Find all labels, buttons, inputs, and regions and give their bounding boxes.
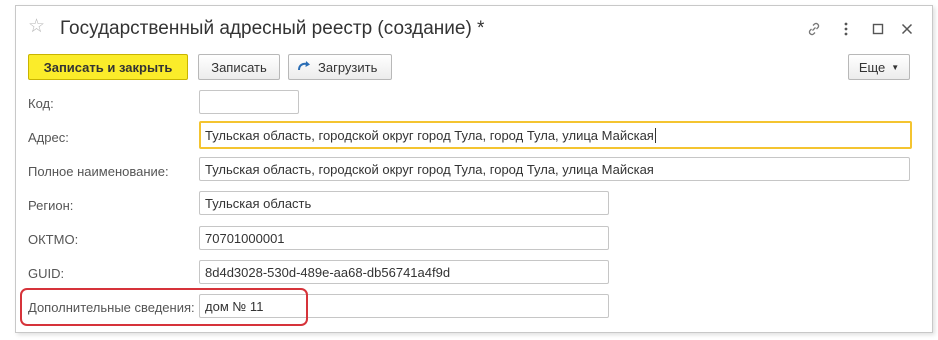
code-label: Код:: [28, 96, 54, 111]
text-caret: [654, 128, 656, 143]
maximize-icon[interactable]: [868, 19, 888, 39]
chevron-down-icon: ▼: [891, 62, 900, 72]
full-name-input[interactable]: Тульская область, городской округ город …: [199, 157, 910, 181]
more-actions-label: Еще: [858, 59, 886, 75]
save-button[interactable]: Записать: [198, 54, 280, 80]
favorite-star-icon[interactable]: ☆: [28, 17, 45, 37]
code-input[interactable]: [199, 90, 299, 114]
address-input[interactable]: Тульская область, городской округ город …: [199, 121, 912, 149]
load-arrow-icon: [298, 61, 310, 71]
load-button[interactable]: Загрузить: [288, 54, 392, 80]
link-icon[interactable]: [804, 19, 824, 39]
full-name-label: Полное наименование:: [28, 164, 169, 179]
annotation-highlight-box: [20, 288, 308, 326]
oktmo-label: ОКТМО:: [28, 232, 79, 247]
more-actions-button[interactable]: Еще ▼: [848, 54, 910, 80]
region-input[interactable]: Тульская область: [199, 191, 609, 215]
title-bar: ☆ Государственный адресный реестр (созда…: [16, 6, 932, 52]
form-window: ☆ Государственный адресный реестр (созда…: [15, 5, 933, 333]
load-button-label: Загрузить: [318, 59, 378, 75]
window-title: Государственный адресный реестр (создани…: [60, 18, 485, 39]
save-and-close-button[interactable]: Записать и закрыть: [28, 54, 188, 80]
oktmo-input[interactable]: 70701000001: [199, 226, 609, 250]
more-vertical-icon[interactable]: [836, 19, 856, 39]
guid-label: GUID:: [28, 266, 65, 281]
region-label: Регион:: [28, 198, 74, 213]
address-label: Адрес:: [28, 130, 69, 145]
close-icon[interactable]: [897, 19, 917, 39]
guid-input[interactable]: 8d4d3028-530d-489e-aa68-db56741a4f9d: [199, 260, 609, 284]
address-value: Тульская область, городской округ город …: [205, 128, 654, 143]
